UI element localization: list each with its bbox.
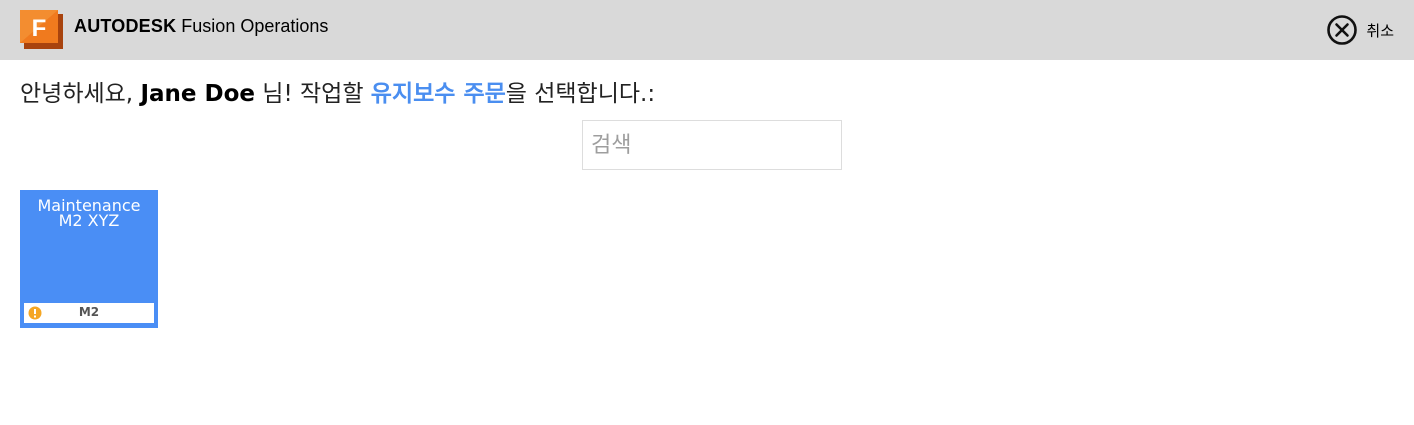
user-name: Jane Doe — [140, 81, 255, 107]
search-input[interactable] — [582, 120, 842, 170]
logo-letter: F — [32, 15, 47, 42]
order-type-label: 유지보수 주문 — [370, 81, 506, 107]
order-tile-code: M2 — [78, 305, 100, 319]
cancel-button[interactable]: 취소 — [1326, 14, 1394, 46]
greeting-prefix: 안녕하세요, — [20, 81, 141, 107]
fusion-logo-icon: F — [20, 10, 63, 49]
app-title: AUTODESK Fusion Operations — [74, 16, 328, 37]
cancel-label: 취소 — [1366, 21, 1394, 40]
greeting-suffix: 을 선택합니다.: — [505, 81, 656, 107]
app-header: F AUTODESK Fusion Operations 취소 — [0, 0, 1414, 60]
order-tile-title-line2: M2 XYZ — [58, 211, 120, 230]
order-tile[interactable]: Maintenance M2 XYZ M2 — [20, 190, 158, 328]
greeting-middle: 님! 작업할 — [255, 81, 371, 107]
order-tile-footer: M2 — [24, 303, 154, 323]
brand-name: AUTODESK — [74, 16, 177, 36]
greeting-message: 안녕하세요, Jane Doe 님! 작업할 유지보수 주문을 선택합니다.: — [20, 74, 655, 108]
order-tile-title: Maintenance M2 XYZ — [20, 198, 158, 230]
close-circle-icon — [1327, 15, 1358, 45]
product-name: Fusion Operations — [181, 16, 329, 36]
